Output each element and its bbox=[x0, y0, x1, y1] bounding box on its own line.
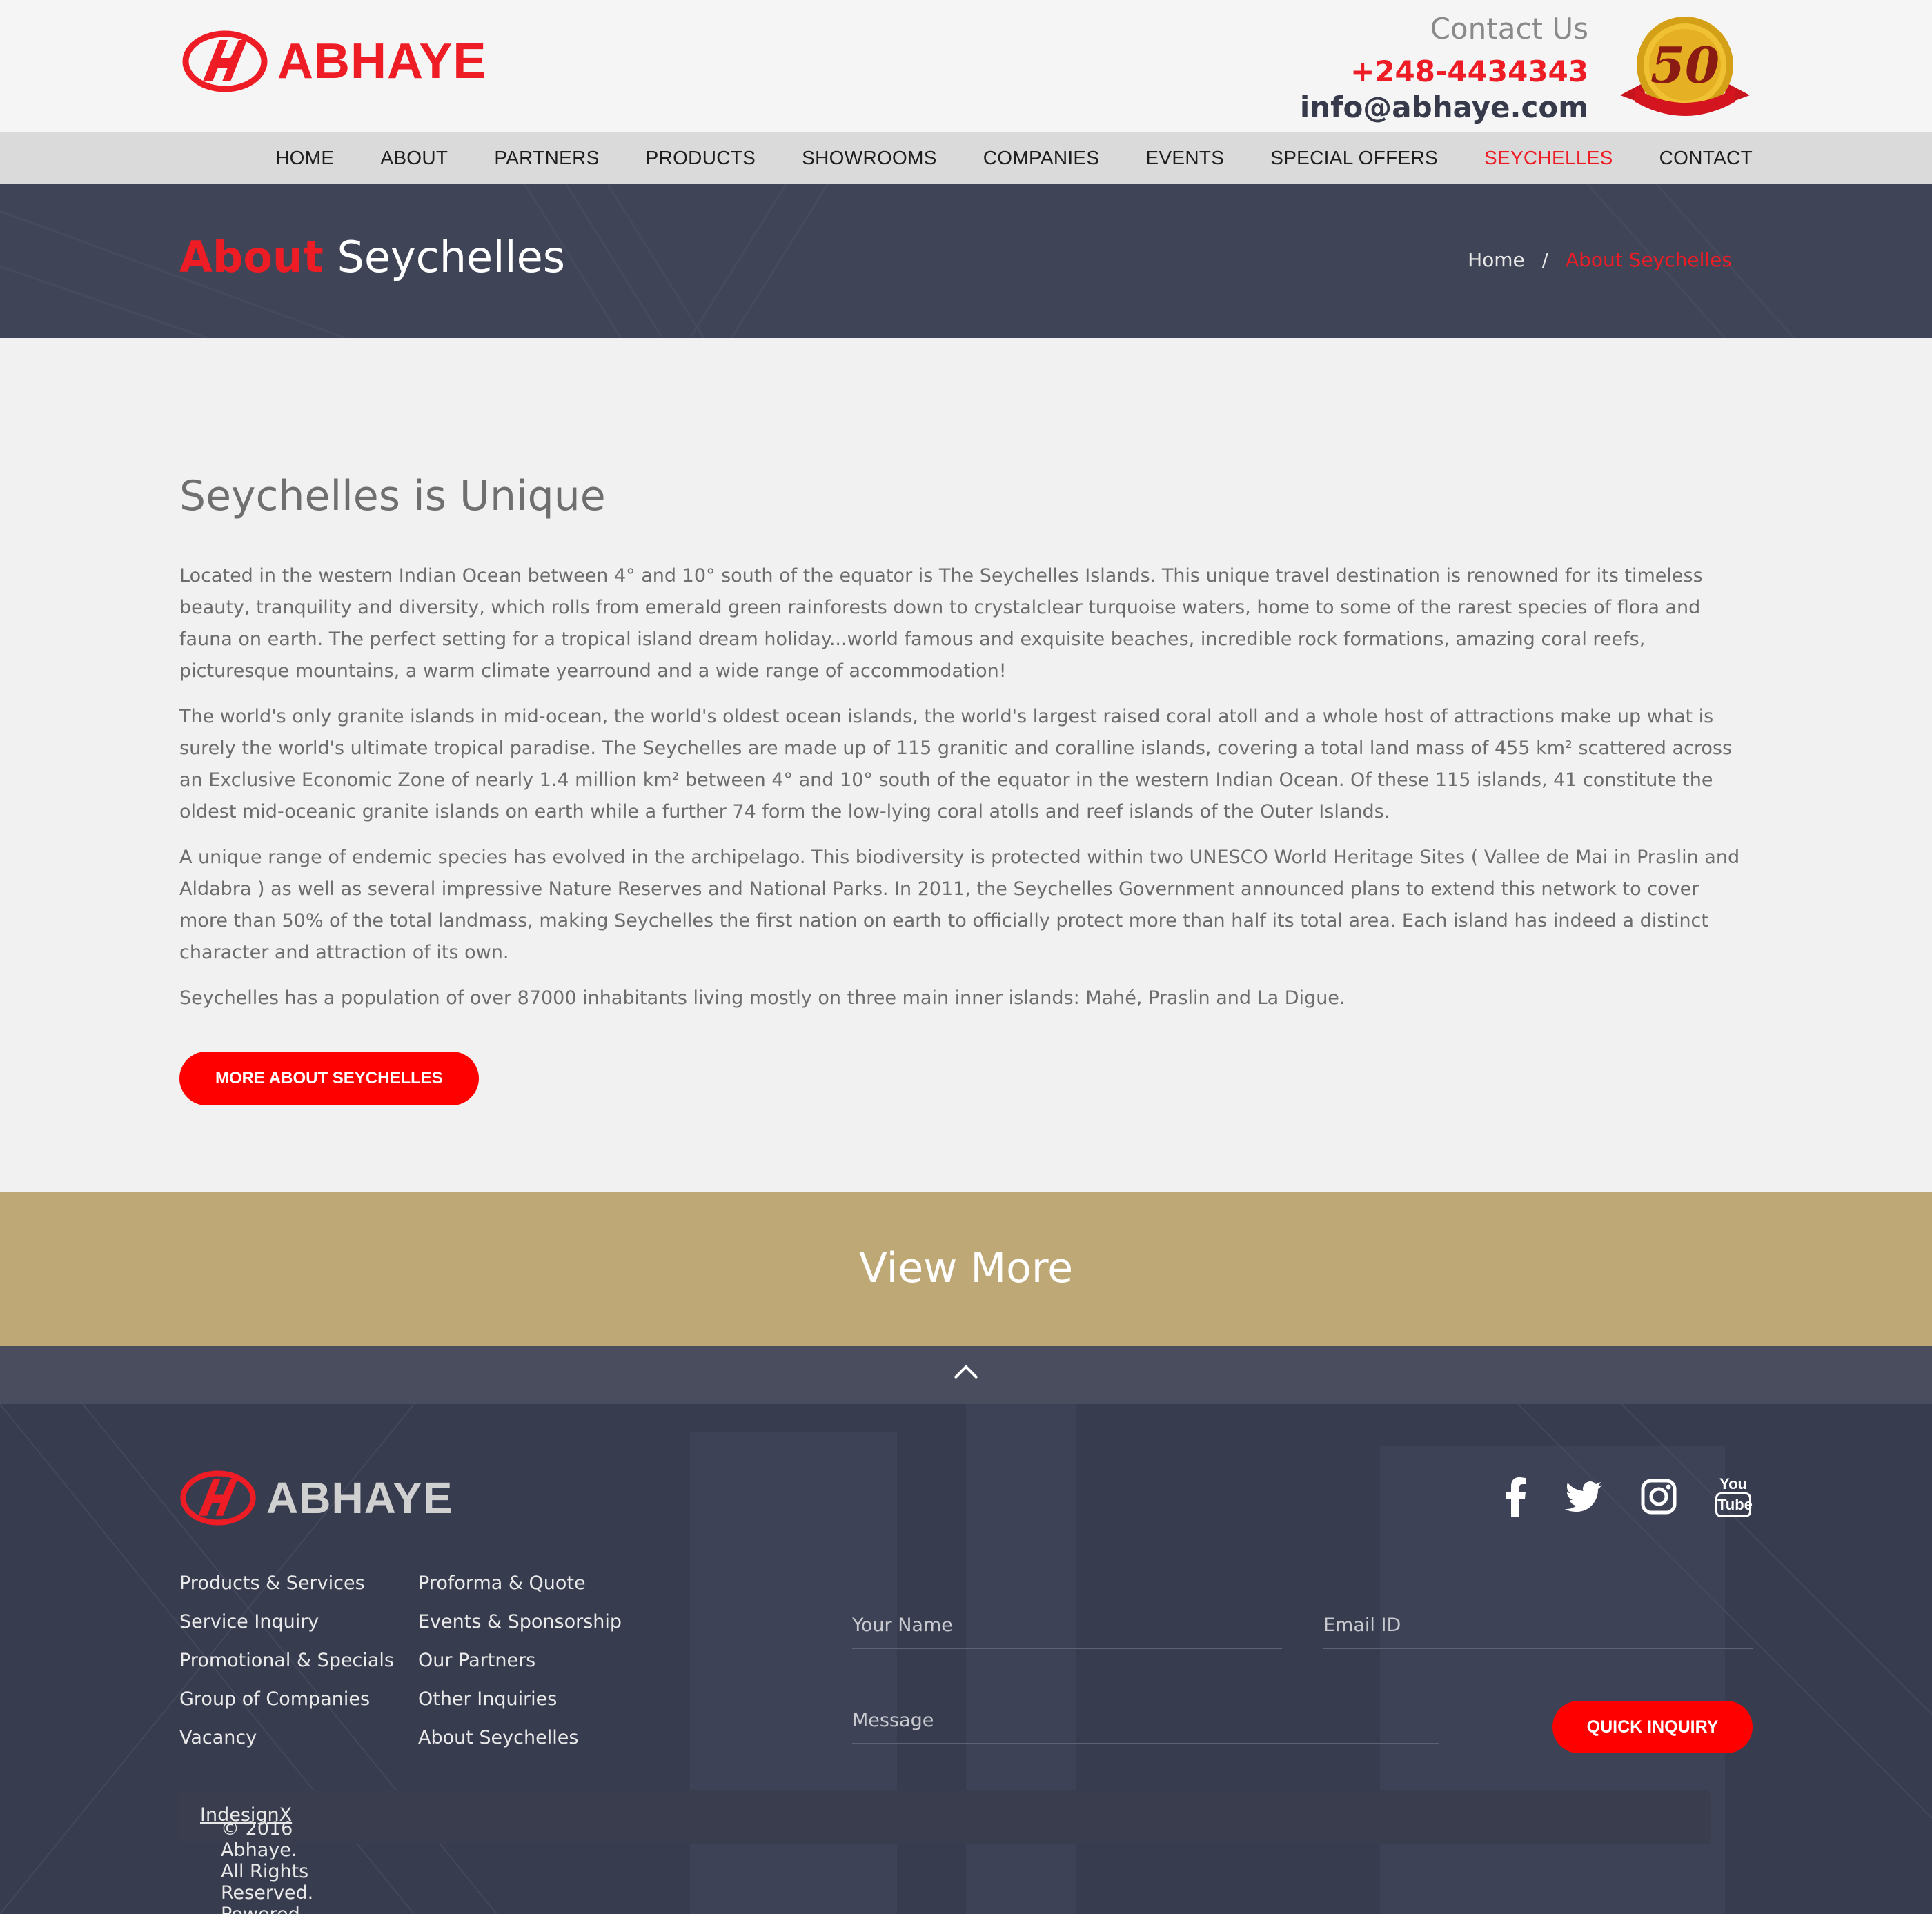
contact-title: Contact Us bbox=[1430, 12, 1588, 46]
nav-item-products[interactable]: PRODUCTS bbox=[646, 147, 756, 169]
twitter-icon[interactable] bbox=[1565, 1481, 1602, 1512]
youtube-text-bottom: Tube bbox=[1715, 1492, 1753, 1517]
breadcrumb-separator: / bbox=[1541, 248, 1549, 271]
nav-item-special-offers[interactable]: SPECIAL OFFERS bbox=[1270, 147, 1438, 169]
email-field-placeholder: Email ID bbox=[1323, 1615, 1401, 1636]
brand-logo[interactable]: ABHAYE bbox=[182, 30, 486, 92]
page-title: About Seychelles bbox=[179, 232, 565, 282]
page-title-highlight: About bbox=[179, 232, 324, 282]
name-field[interactable]: Your Name bbox=[852, 1608, 1282, 1649]
nav-item-about[interactable]: ABOUT bbox=[380, 147, 448, 169]
footer-links-col2: Proforma & Quote Events & Sponsorship Ou… bbox=[418, 1564, 622, 1757]
svg-text:50: 50 bbox=[1650, 36, 1719, 95]
footer-link[interactable]: Products & Services bbox=[179, 1564, 394, 1603]
paragraph: The world's only granite islands in mid-… bbox=[179, 706, 1733, 822]
nav-item-companies[interactable]: COMPANIES bbox=[983, 147, 1100, 169]
footer-link[interactable]: Events & Sponsorship bbox=[418, 1603, 622, 1641]
quick-inquiry-button[interactable]: QUICK INQUIRY bbox=[1552, 1701, 1753, 1753]
header-contact: Contact Us +248-4434343 info@abhaye.com bbox=[1300, 11, 1588, 126]
more-about-seychelles-button[interactable]: MORE ABOUT SEYCHELLES bbox=[179, 1052, 479, 1105]
footer-link[interactable]: Group of Companies bbox=[179, 1680, 394, 1719]
footer-brand-name: ABHAYE bbox=[266, 1473, 453, 1523]
back-to-top-bar[interactable] bbox=[0, 1346, 1932, 1404]
view-more-bar[interactable]: View More bbox=[0, 1192, 1932, 1346]
footer-logo[interactable]: ABHAYE bbox=[179, 1470, 453, 1526]
nav-item-seychelles[interactable]: SEYCHELLES bbox=[1484, 147, 1613, 169]
chevron-up-icon[interactable] bbox=[953, 1363, 979, 1380]
footer-link[interactable]: Vacancy bbox=[179, 1719, 394, 1757]
footer-link[interactable]: Our Partners bbox=[418, 1641, 622, 1680]
site-footer: ABHAYE You Tube Products & Services Serv… bbox=[0, 1404, 1932, 1914]
footer-links-col1: Products & Services Service Inquiry Prom… bbox=[179, 1564, 394, 1757]
section-heading: Seychelles is Unique bbox=[179, 472, 606, 520]
social-links: You Tube bbox=[1467, 1475, 1753, 1517]
youtube-icon[interactable]: You Tube bbox=[1715, 1475, 1753, 1517]
main-content: Seychelles is Unique Located in the west… bbox=[179, 338, 1753, 1105]
paragraph: A unique range of endemic species has ev… bbox=[179, 847, 1740, 963]
page-banner: About Seychelles Home / About Seychelles bbox=[0, 184, 1932, 338]
footer-link[interactable]: Proforma & Quote bbox=[418, 1564, 622, 1603]
contact-email[interactable]: info@abhaye.com bbox=[1300, 90, 1588, 126]
nav-item-contact[interactable]: CONTACT bbox=[1659, 147, 1753, 169]
view-more-label: View More bbox=[858, 1244, 1074, 1292]
copyright-bar: © 2016 Abhaye. All Rights Reserved. Powe… bbox=[179, 1790, 1711, 1914]
nav-item-events[interactable]: EVENTS bbox=[1145, 147, 1224, 169]
youtube-text-top: You bbox=[1719, 1475, 1747, 1492]
copyright-label: © 2016 Abhaye. All Rights Reserved. Powe… bbox=[221, 1818, 314, 1914]
page-title-rest: Seychelles bbox=[337, 232, 566, 282]
email-field[interactable]: Email ID bbox=[1323, 1608, 1753, 1649]
golden-jubilee-badge-icon: 50 bbox=[1620, 17, 1750, 116]
paragraph: Located in the western Indian Ocean betw… bbox=[179, 565, 1703, 682]
abhaye-logo-mark-icon bbox=[182, 30, 268, 92]
footer-link[interactable]: Service Inquiry bbox=[179, 1603, 394, 1641]
nav-item-home[interactable]: HOME bbox=[275, 147, 334, 169]
abhaye-logo-mark-icon bbox=[180, 1470, 256, 1526]
brand-name: ABHAYE bbox=[277, 34, 487, 89]
nav-item-partners[interactable]: PARTNERS bbox=[494, 147, 599, 169]
breadcrumb-current: About Seychelles bbox=[1566, 248, 1732, 271]
footer-link[interactable]: Other Inquiries bbox=[418, 1680, 622, 1719]
paragraph: Seychelles has a population of over 8700… bbox=[179, 987, 1346, 1009]
main-nav: HOME ABOUT PARTNERS PRODUCTS SHOWROOMS C… bbox=[0, 132, 1932, 184]
contact-phone[interactable]: +248-4434343 bbox=[1300, 54, 1588, 90]
breadcrumb-home[interactable]: Home bbox=[1468, 248, 1525, 271]
footer-link[interactable]: About Seychelles bbox=[418, 1719, 622, 1757]
footer-link[interactable]: Promotional & Specials bbox=[179, 1641, 394, 1680]
instagram-icon[interactable] bbox=[1641, 1479, 1677, 1515]
message-field-placeholder: Message bbox=[852, 1710, 934, 1731]
facebook-icon[interactable] bbox=[1506, 1477, 1526, 1517]
breadcrumb: Home / About Seychelles bbox=[1468, 248, 1732, 271]
nav-item-showrooms[interactable]: SHOWROOMS bbox=[802, 147, 937, 169]
site-header: ABHAYE Contact Us +248-4434343 info@abha… bbox=[0, 0, 1932, 132]
name-field-placeholder: Your Name bbox=[852, 1615, 953, 1636]
message-field[interactable]: Message bbox=[852, 1703, 1439, 1744]
copyright-text: © 2016 Abhaye. All Rights Reserved. Powe… bbox=[200, 1804, 313, 1914]
